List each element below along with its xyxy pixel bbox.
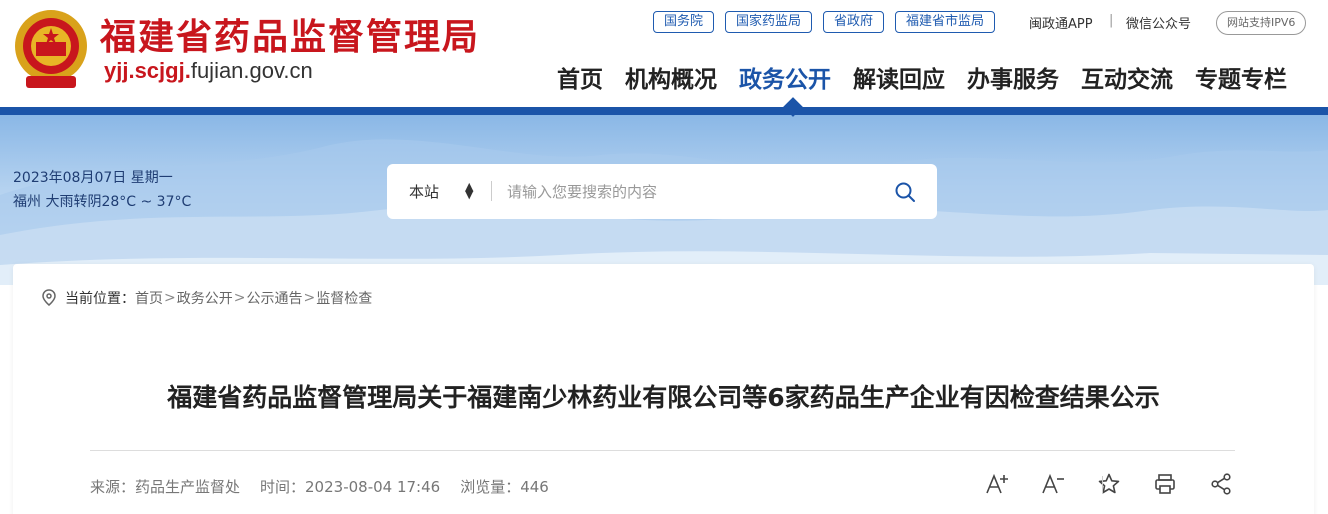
updown-arrow-icon[interactable]: ▲ ▼	[465, 181, 473, 200]
share-icon[interactable]	[1209, 472, 1233, 496]
nav-underline-bar	[0, 107, 1328, 115]
current-date: 2023年08月07日 星期一	[13, 170, 173, 186]
article-time: 时间：2023-08-04 17:46	[260, 478, 441, 496]
article-source: 来源：药品生产监督处	[90, 478, 241, 496]
breadcrumb-inspection[interactable]: 监督检查	[316, 288, 372, 308]
site-domain: yjj.scjgj.fujian.gov.cn	[104, 58, 313, 84]
top-divider: |	[1109, 13, 1114, 28]
weather-info: 福州 大雨转阴28°C ~ 37°C	[13, 194, 192, 210]
nav-services[interactable]: 办事服务	[967, 60, 1059, 94]
date-weather-info: 2023年08月07日 星期一 福州 大雨转阴28°C ~ 37°C	[13, 166, 191, 214]
tools-divider	[1102, 476, 1103, 494]
search-box: 本站 ▲ ▼	[387, 164, 937, 219]
nav-about[interactable]: 机构概况	[625, 60, 717, 94]
breadcrumb-separator: >	[233, 290, 246, 306]
search-input[interactable]	[507, 176, 867, 208]
top-links: 国务院 国家药监局 省政府 福建省市监局	[653, 11, 996, 33]
breadcrumb: 当前位置： 首页 > 政务公开 > 公示通告 > 监督检查	[41, 288, 372, 308]
site-header: 福建省药品监督管理局 yjj.scjgj.fujian.gov.cn 国务院 国…	[0, 0, 1328, 108]
article-tools	[985, 472, 1233, 496]
favorite-star-icon[interactable]	[1097, 472, 1121, 496]
national-emblem-icon	[15, 10, 87, 88]
location-pin-icon	[42, 289, 56, 306]
link-state-council[interactable]: 国务院	[653, 11, 715, 33]
link-provincial-gov[interactable]: 省政府	[823, 11, 885, 33]
ipv6-badge[interactable]: 网站支持IPV6	[1216, 11, 1307, 35]
search-icon[interactable]	[893, 180, 917, 204]
nav-special-topics[interactable]: 专题专栏	[1195, 60, 1287, 94]
article-meta: 来源：药品生产监督处 时间：2023-08-04 17:46 浏览量：446	[90, 476, 549, 497]
article-title: 福建省药品监督管理局关于福建南少林药业有限公司等6家药品生产企业有因检查结果公示	[167, 383, 1160, 412]
breadcrumb-separator: >	[164, 290, 176, 306]
nav-home[interactable]: 首页	[557, 60, 603, 94]
search-scope-select[interactable]: 本站	[409, 181, 439, 202]
print-icon[interactable]	[1153, 472, 1177, 496]
breadcrumb-lead: 当前位置：	[65, 291, 135, 307]
link-nmpa[interactable]: 国家药监局	[725, 11, 813, 33]
main-nav: 首页 机构概况 政务公开 解读回应 办事服务 互动交流 专题专栏	[557, 60, 1309, 94]
nav-interaction[interactable]: 互动交流	[1081, 60, 1173, 94]
search-divider	[491, 181, 492, 201]
font-decrease-icon[interactable]	[1041, 472, 1065, 496]
wechat-link[interactable]: 微信公众号	[1126, 13, 1191, 32]
breadcrumb-government-affairs[interactable]: 政务公开	[177, 288, 233, 308]
breadcrumb-separator: >	[303, 290, 316, 306]
article-card: 当前位置： 首页 > 政务公开 > 公示通告 > 监督检查 福建省药品监督管理局关于福…	[13, 264, 1314, 514]
font-increase-icon[interactable]	[985, 472, 1009, 496]
article-views: 浏览量：446	[460, 478, 549, 496]
title-divider	[90, 450, 1235, 451]
site-title: 福建省药品监督管理局	[100, 17, 481, 58]
domain-prefix: yjj.scjgj.	[104, 58, 191, 83]
nav-government-affairs[interactable]: 政务公开	[739, 60, 831, 94]
breadcrumb-announcements[interactable]: 公示通告	[246, 288, 302, 308]
domain-suffix: fujian.gov.cn	[190, 58, 313, 83]
breadcrumb-home[interactable]: 首页	[135, 288, 163, 308]
nav-interpretation[interactable]: 解读回应	[853, 60, 945, 94]
app-link[interactable]: 闽政通APP	[1029, 13, 1093, 32]
link-market-regulation[interactable]: 福建省市监局	[895, 11, 996, 33]
